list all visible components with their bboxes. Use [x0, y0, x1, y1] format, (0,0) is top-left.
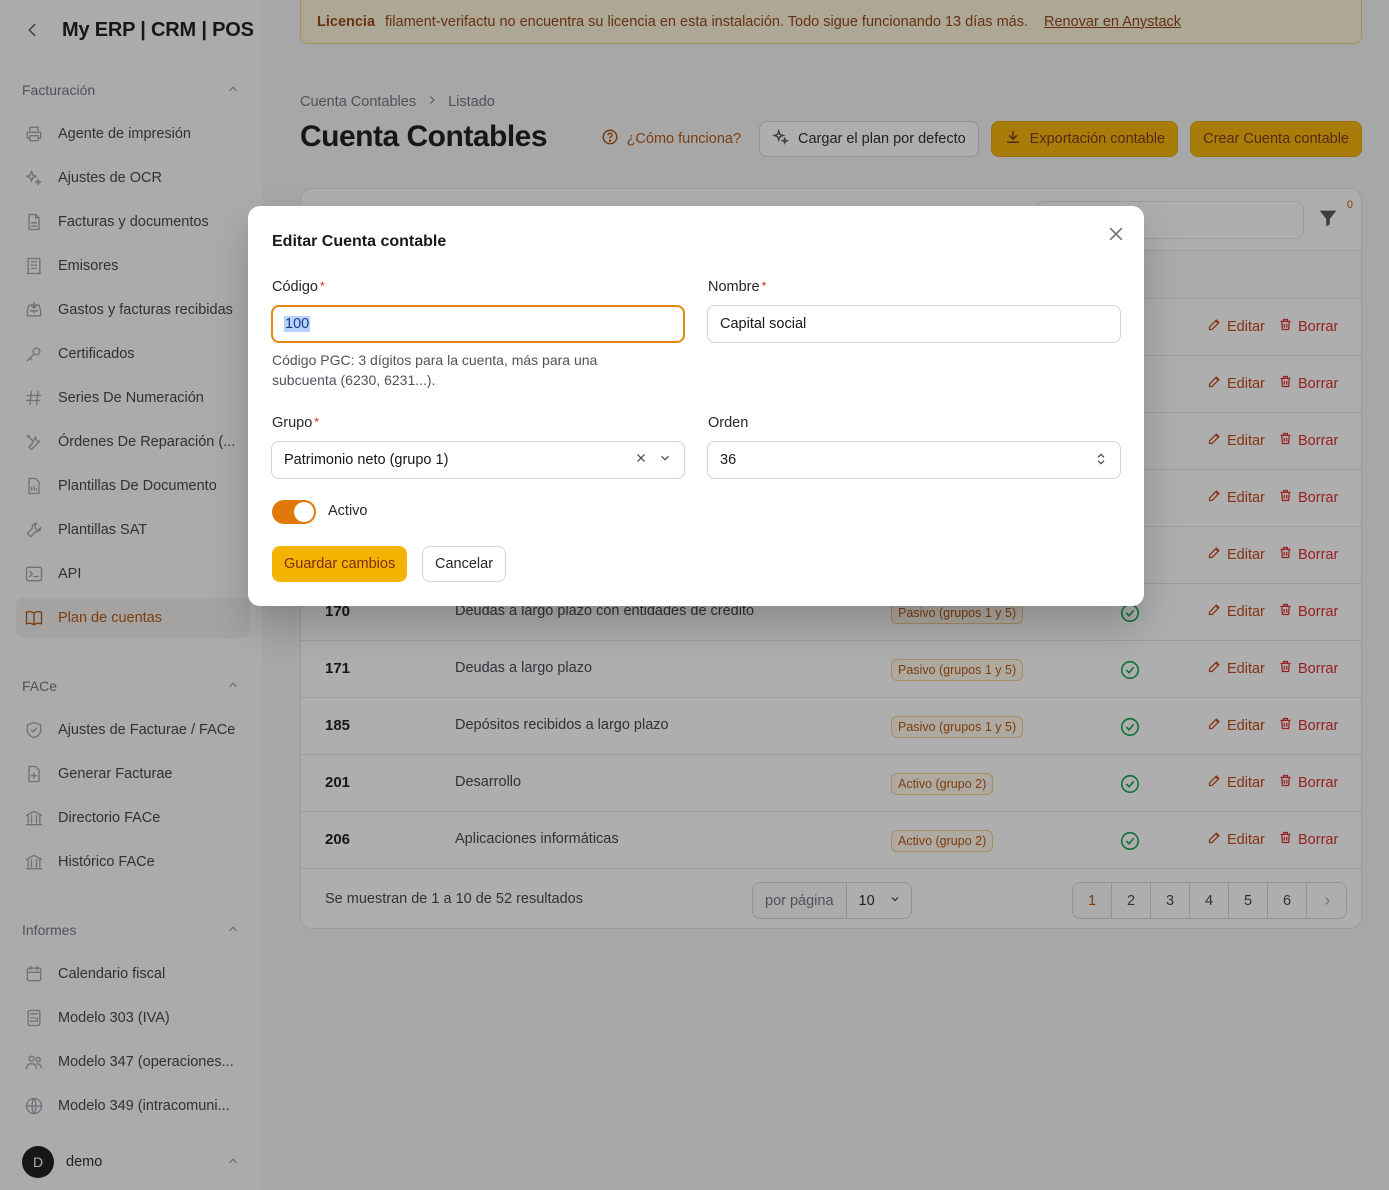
active-toggle[interactable] — [272, 500, 316, 524]
code-input[interactable]: 100 — [271, 305, 685, 343]
group-select[interactable]: Patrimonio neto (grupo 1) — [271, 441, 685, 479]
cancel-button[interactable]: Cancelar — [422, 546, 507, 582]
name-label: Nombre * — [708, 279, 767, 295]
code-hint: Código PGC: 3 dígitos para la cuenta, má… — [272, 352, 598, 388]
clear-icon[interactable] — [634, 451, 648, 469]
order-value: 36 — [720, 452, 737, 468]
save-button[interactable]: Guardar cambios — [272, 546, 408, 582]
modal-title: Editar Cuenta contable — [272, 233, 447, 250]
toggle-knob — [294, 502, 314, 522]
code-label: Código * — [272, 279, 325, 295]
up-down-arrows-icon[interactable] — [1094, 451, 1108, 471]
close-icon[interactable] — [1106, 224, 1126, 244]
group-label: Grupo * — [272, 415, 319, 431]
chevron-down-icon[interactable] — [658, 451, 672, 469]
group-value: Patrimonio neto (grupo 1) — [284, 452, 449, 468]
order-input[interactable]: 36 — [707, 441, 1121, 479]
name-input[interactable]: Capital social — [707, 305, 1121, 343]
order-label: Orden — [708, 415, 749, 431]
name-value: Capital social — [720, 316, 807, 332]
active-toggle-label: Activo — [328, 503, 368, 519]
edit-account-modal: Editar Cuenta contable Código * 100 Códig… — [248, 206, 1144, 606]
code-value: 100 — [284, 316, 311, 332]
